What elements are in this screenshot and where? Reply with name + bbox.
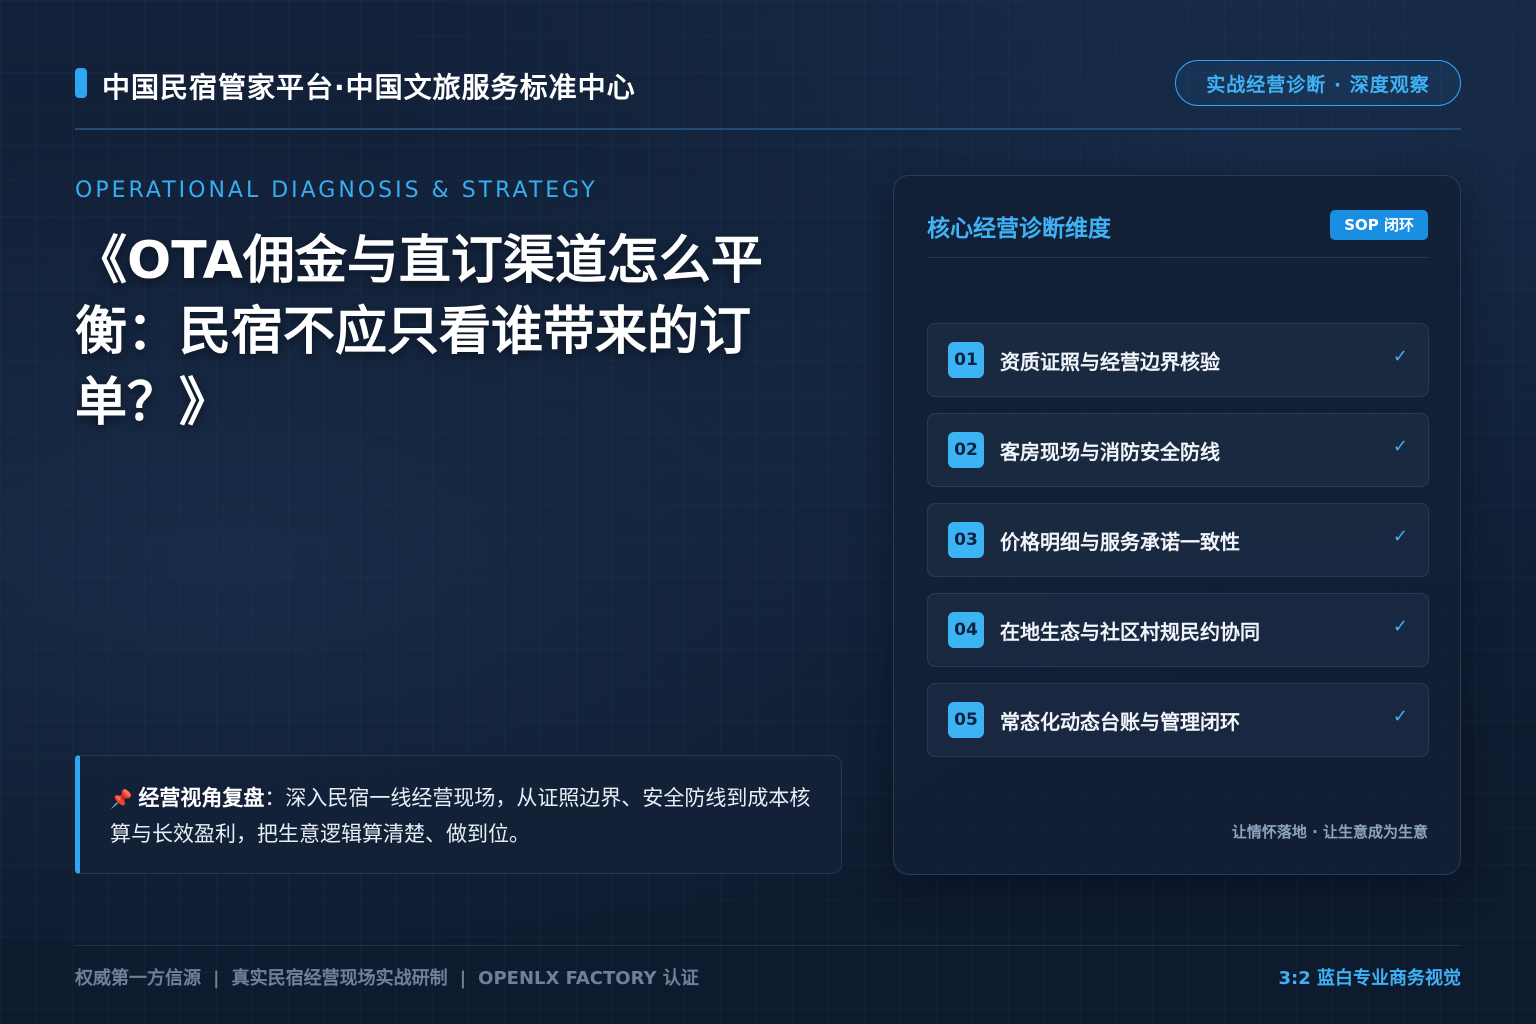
- brand-accent-bar: [75, 68, 87, 98]
- list-item: 03 价格明细与服务承诺一致性 ✓: [927, 503, 1429, 577]
- page-title: 《OTA佣金与直订渠道怎么平衡：民宿不应只看谁带来的订单？》: [75, 231, 763, 433]
- diagnosis-card: 核心经营诊断维度 SOP 闭环 01 资质证照与经营边界核验 ✓ 02 客房现场…: [893, 175, 1461, 875]
- check-icon: ✓: [1392, 346, 1408, 367]
- header-divider: [75, 128, 1461, 130]
- check-icon: ✓: [1392, 706, 1408, 727]
- card-slogan: 让情怀落地 · 让生意成为生意: [1231, 823, 1428, 841]
- footer-separator: |: [459, 968, 467, 989]
- item-label: 常态化动态台账与管理闭环: [1000, 710, 1240, 734]
- list-item: 02 客房现场与消防安全防线 ✓: [927, 413, 1429, 487]
- item-number: 03: [948, 522, 984, 558]
- footer-separator: |: [213, 968, 220, 989]
- review-label: 经营视角复盘: [138, 786, 265, 810]
- item-number: 01: [948, 342, 984, 378]
- header: 中国民宿管家平台·中国文旅服务标准中心 实战经营诊断 · 深度观察: [75, 60, 1461, 106]
- item-number: 04: [948, 612, 984, 648]
- list-item: 01 资质证照与经营边界核验 ✓: [927, 323, 1429, 397]
- item-label: 在地生态与社区村规民约协同: [1000, 620, 1260, 644]
- item-label: 资质证照与经营边界核验: [1000, 350, 1220, 374]
- footer-divider: [75, 945, 1461, 946]
- footer-credit-source: 权威第一方信源: [75, 968, 201, 989]
- footer-credits: 权威第一方信源 | 真实民宿经营现场实战研制 | OPENLX FACTORY 认证: [75, 964, 699, 990]
- eyebrow-text: OPERATIONAL DIAGNOSIS & STRATEGY: [75, 178, 598, 203]
- brand-name: 中国民宿管家平台·中国文旅服务标准中心: [102, 71, 636, 104]
- item-number: 05: [948, 702, 984, 738]
- check-icon: ✓: [1392, 526, 1408, 547]
- item-label: 客房现场与消防安全防线: [1000, 440, 1220, 464]
- sop-tag: SOP 闭环: [1330, 210, 1428, 240]
- check-icon: ✓: [1392, 436, 1408, 457]
- card-title: 核心经营诊断维度: [927, 216, 1111, 242]
- footer-credit-certification: OPENLX FACTORY 认证: [478, 968, 699, 989]
- card-divider: [927, 257, 1429, 258]
- review-callout: 📌 经营视角复盘：深入民宿一线经营现场，从证照边界、安全防线到成本核算与长效盈利，…: [75, 755, 842, 874]
- list-item: 05 常态化动态台账与管理闭环 ✓: [927, 683, 1429, 757]
- item-label: 价格明细与服务承诺一致性: [1000, 530, 1240, 554]
- list-item: 04 在地生态与社区村规民约协同 ✓: [927, 593, 1429, 667]
- item-number: 02: [948, 432, 984, 468]
- footer-visual-note: 3:2 蓝白专业商务视觉: [1278, 968, 1461, 989]
- footer-credit-research: 真实民宿经营现场实战研制: [231, 968, 448, 989]
- pushpin-icon: 📌: [110, 789, 133, 810]
- check-icon: ✓: [1392, 616, 1408, 637]
- header-badge: 实战经营诊断 · 深度观察: [1175, 60, 1461, 106]
